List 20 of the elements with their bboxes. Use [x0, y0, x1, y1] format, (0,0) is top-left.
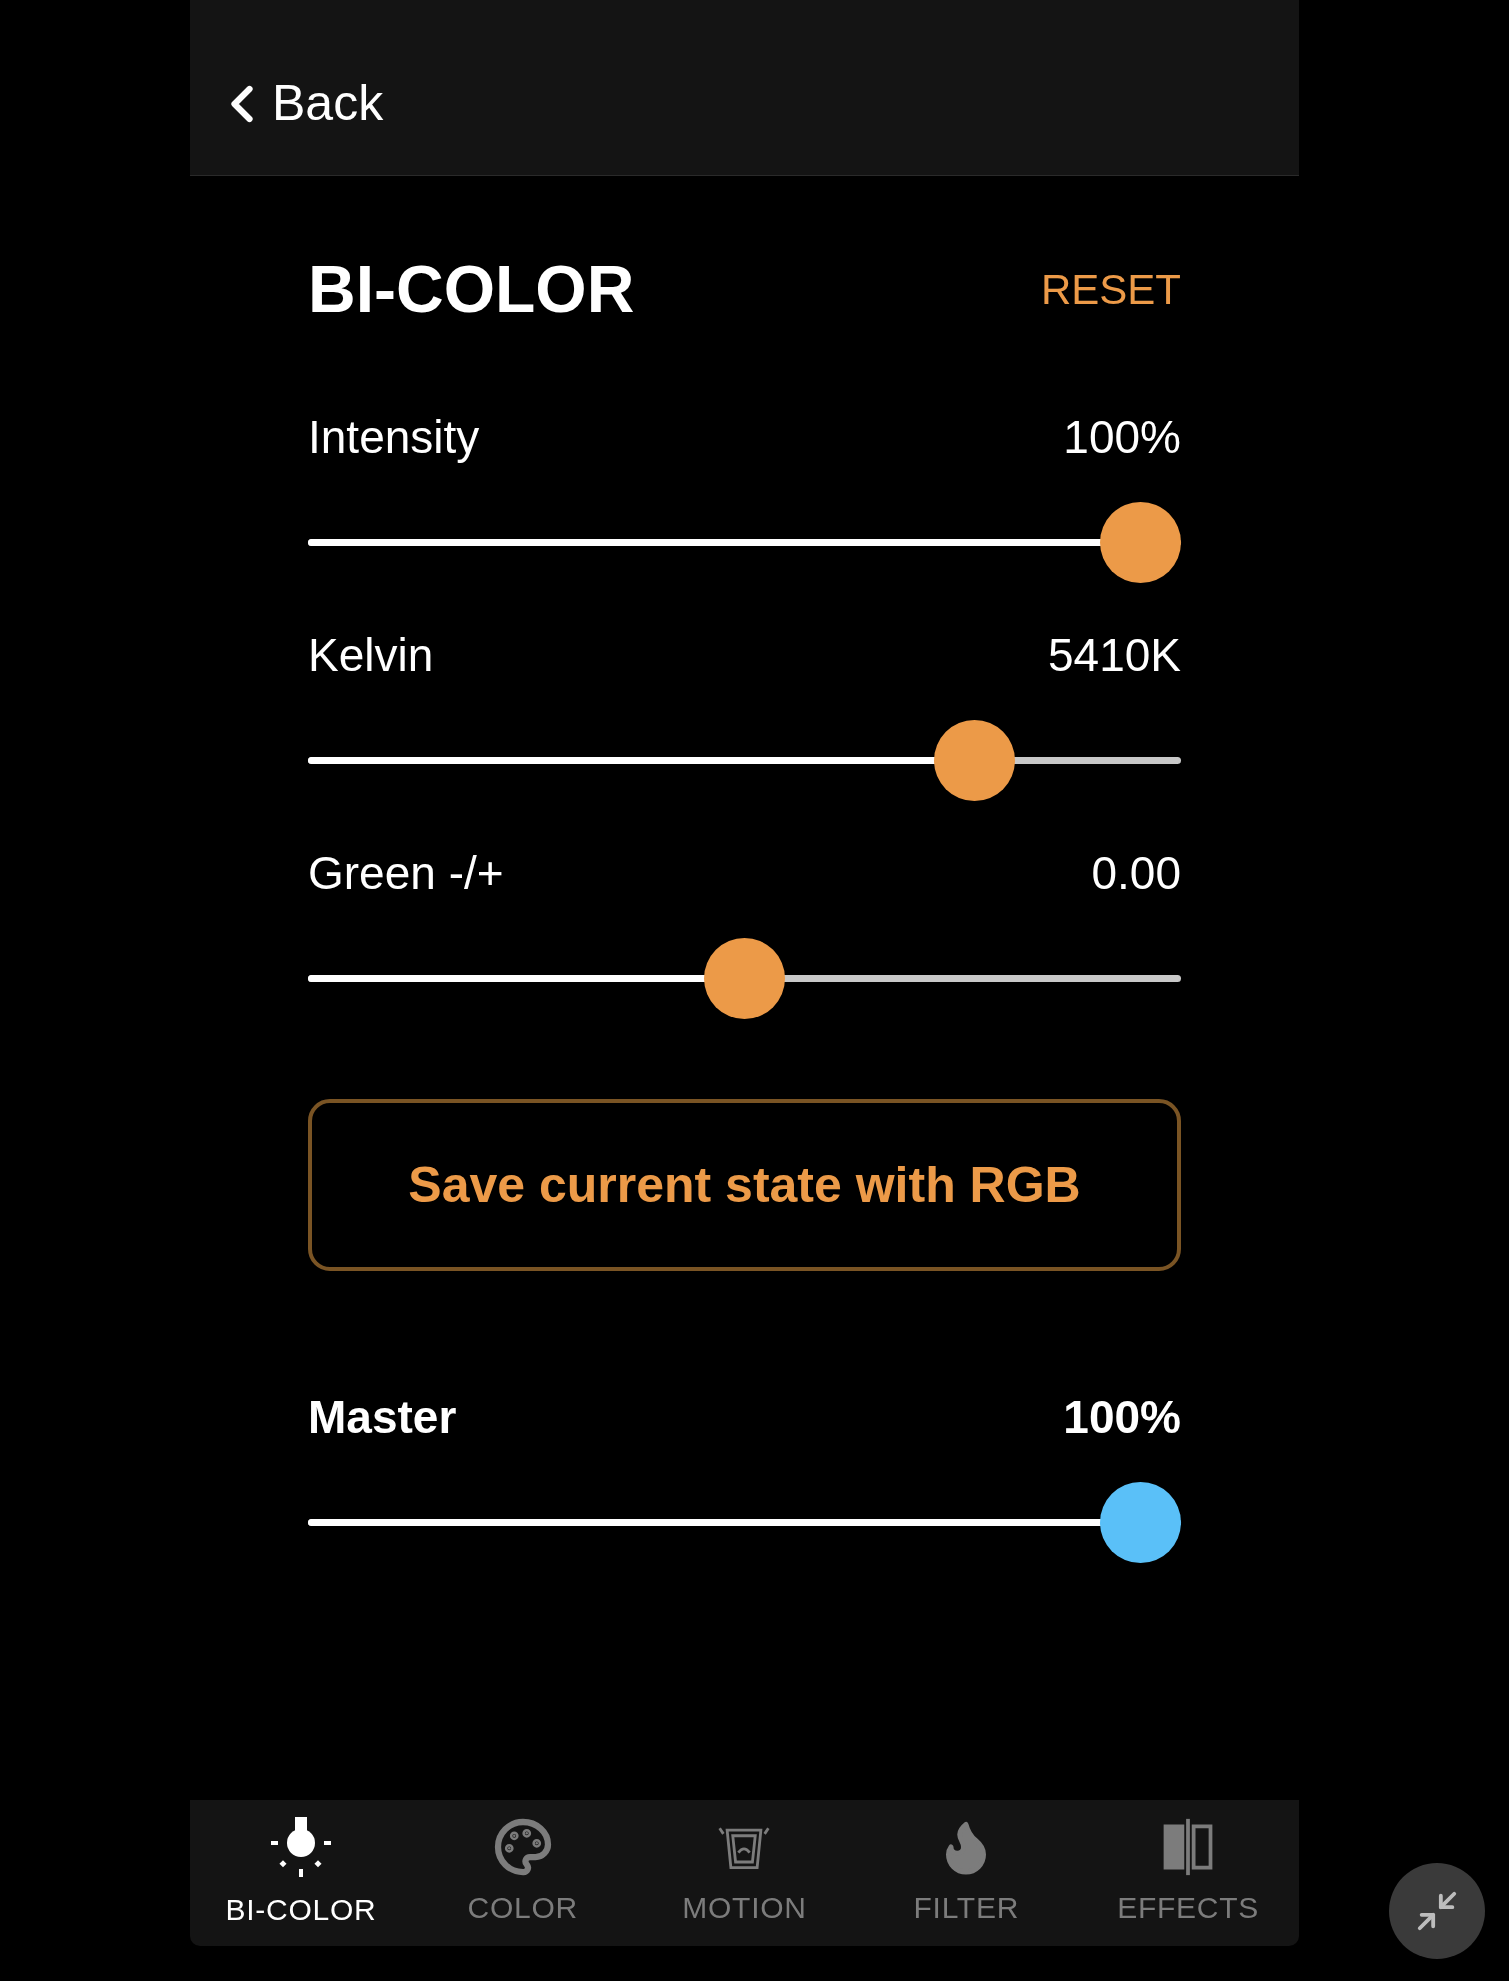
tab[interactable]: EFFECTS — [1077, 1800, 1299, 1946]
slider-value: 100% — [1063, 1390, 1181, 1445]
slider-label: Intensity — [308, 410, 480, 465]
slider-value: 100% — [1063, 410, 1181, 465]
slider-label: Kelvin — [308, 628, 434, 683]
slider-value: 5410K — [1048, 628, 1181, 683]
tab[interactable]: BI-COLOR — [190, 1800, 412, 1946]
tab[interactable]: COLOR — [411, 1800, 634, 1946]
tab[interactable]: FILTER — [855, 1800, 1078, 1946]
slider-track[interactable] — [308, 975, 1181, 982]
back-button[interactable]: Back — [212, 66, 384, 141]
slider-label: Green -/+ — [308, 846, 504, 901]
slider-value: 0.00 — [1091, 846, 1181, 901]
reset-link[interactable]: RESET — [1040, 258, 1181, 321]
slider-track[interactable] — [308, 757, 1181, 764]
save-button[interactable]: Save current state with RGB — [308, 1099, 1181, 1271]
palette-icon — [492, 1816, 553, 1877]
tab[interactable]: MOTION — [633, 1800, 856, 1946]
page-title: BI-COLOR — [308, 251, 635, 328]
slider-label: Master — [308, 1390, 457, 1445]
